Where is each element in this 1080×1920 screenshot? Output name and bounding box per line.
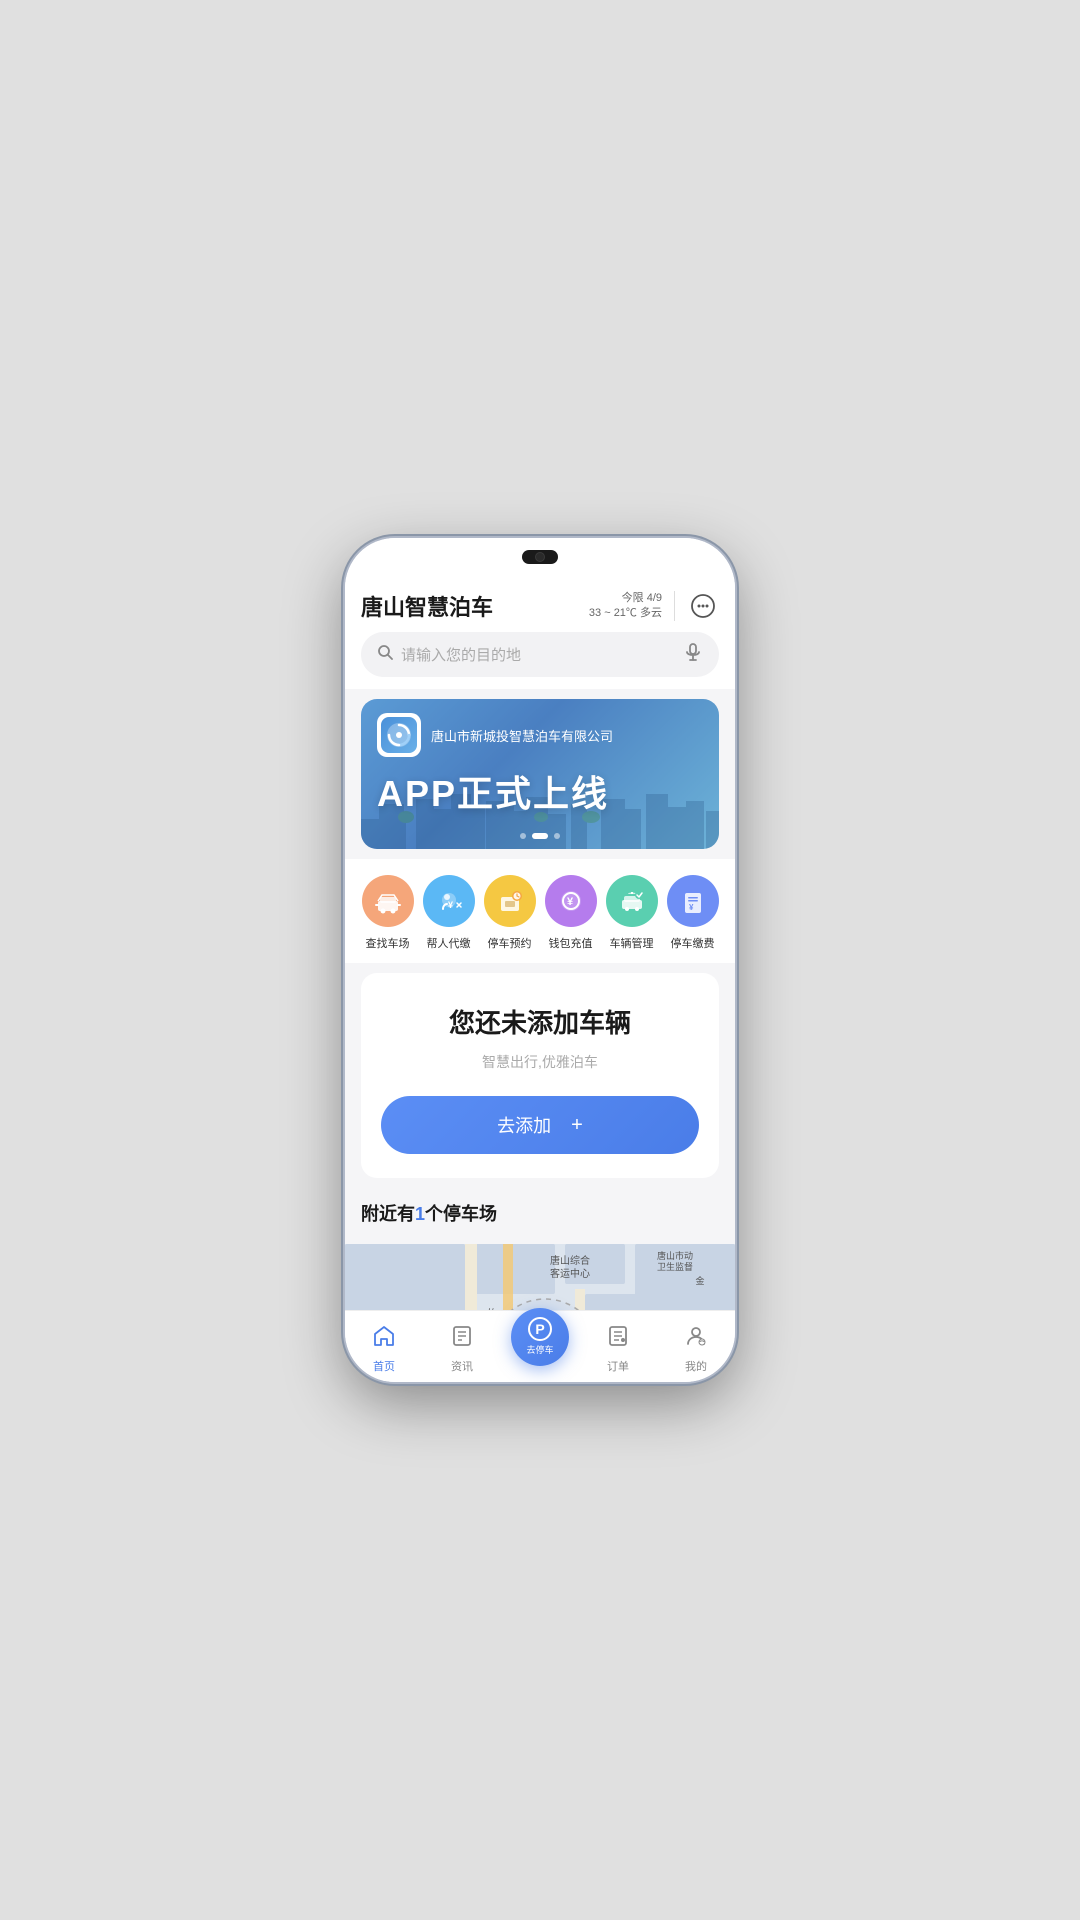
camera-dot — [535, 552, 545, 562]
action-vehicle[interactable]: 车辆管理 — [601, 875, 662, 951]
banner-logo — [377, 713, 421, 757]
nearby-prefix: 附近有 — [361, 1204, 415, 1224]
mic-icon[interactable] — [683, 642, 703, 667]
bottom-nav: 首页 资讯 P 去停车 — [345, 1310, 735, 1382]
pay-others-label: 帮人代缴 — [427, 935, 471, 951]
find-parking-icon — [362, 875, 414, 927]
action-wallet[interactable]: ¥ 钱包充值 — [540, 875, 601, 951]
reserve-label: 停车预约 — [488, 935, 532, 951]
weather-info: 今限 4/9 33 ~ 21℃ 多云 — [589, 591, 662, 622]
search-placeholder: 请输入您的目的地 — [401, 644, 675, 665]
svg-text:唐山市动: 唐山市动 — [657, 1250, 693, 1261]
svg-text:¥: ¥ — [448, 900, 453, 910]
quick-actions: 查找车场 ¥ 帮人代缴 — [345, 859, 735, 963]
action-pay-others[interactable]: ¥ 帮人代缴 — [418, 875, 479, 951]
vehicle-mgmt-label: 车辆管理 — [610, 935, 654, 951]
orders-icon — [606, 1324, 630, 1354]
parking-fab-label: 去停车 — [526, 1343, 553, 1356]
action-find-parking[interactable]: 查找车场 — [357, 875, 418, 951]
mine-icon — [684, 1324, 708, 1354]
news-icon — [450, 1324, 474, 1354]
banner-header: 唐山市新城投智慧泊车有限公司 — [377, 713, 703, 757]
mine-label: 我的 — [685, 1358, 707, 1374]
no-vehicle-title: 您还未添加车辆 — [449, 1003, 631, 1040]
nearby-title: 附近有1个停车场 — [361, 1200, 719, 1226]
header-divider — [674, 591, 675, 621]
find-parking-label: 查找车场 — [366, 935, 410, 951]
map-area[interactable]: P 唐山综合 客运中心 竹 安 南 路 唐山市动 卫生监督 金 — [345, 1244, 735, 1310]
reserve-icon — [484, 875, 536, 927]
pay-others-icon: ¥ — [423, 875, 475, 927]
svg-text:¥: ¥ — [689, 903, 694, 912]
svg-text:金: 金 — [695, 1275, 704, 1286]
banner-title: APP正式上线 — [377, 765, 703, 817]
nav-mine[interactable]: 我的 — [657, 1320, 735, 1374]
phone-frame: 唐山智慧泊车 今限 4/9 33 ~ 21℃ 多云 — [345, 538, 735, 1382]
nearby-count: 1 — [415, 1204, 425, 1224]
nav-news[interactable]: 资讯 — [423, 1320, 501, 1374]
weather-limit: 今限 4/9 — [589, 591, 662, 606]
parking-p-icon: P — [528, 1317, 552, 1341]
wallet-icon: ¥ — [545, 875, 597, 927]
add-button-label: 去添加 — [497, 1112, 551, 1138]
svg-text:客运中心: 客运中心 — [550, 1267, 590, 1280]
banner-inner: 唐山市新城投智慧泊车有限公司 APP正式上线 — [361, 699, 719, 849]
chat-icon[interactable] — [687, 590, 719, 622]
svg-text:卫生监督: 卫生监督 — [657, 1261, 693, 1272]
banner-dot-3 — [554, 833, 560, 839]
header-right: 今限 4/9 33 ~ 21℃ 多云 — [589, 590, 719, 622]
nearby-section: 附近有1个停车场 — [345, 1188, 735, 1244]
header-top: 唐山智慧泊车 今限 4/9 33 ~ 21℃ 多云 — [361, 590, 719, 622]
svg-text:¥: ¥ — [567, 896, 574, 908]
nav-orders[interactable]: 订单 — [579, 1320, 657, 1374]
camera-notch — [522, 550, 558, 564]
pay-parking-icon: ¥ — [667, 875, 719, 927]
banner: 唐山市新城投智慧泊车有限公司 APP正式上线 — [361, 699, 719, 849]
home-icon — [372, 1324, 396, 1354]
search-bar[interactable]: 请输入您的目的地 — [361, 632, 719, 677]
news-label: 资讯 — [451, 1358, 473, 1374]
add-button-icon: + — [571, 1114, 583, 1137]
action-reserve[interactable]: 停车预约 — [479, 875, 540, 951]
pay-parking-label: 停车缴费 — [671, 935, 715, 951]
orders-label: 订单 — [607, 1358, 629, 1374]
header: 唐山智慧泊车 今限 4/9 33 ~ 21℃ 多云 — [345, 582, 735, 689]
banner-dots — [520, 833, 560, 839]
parking-fab[interactable]: P 去停车 — [511, 1308, 569, 1366]
nav-home[interactable]: 首页 — [345, 1320, 423, 1374]
vehicle-mgmt-icon — [606, 875, 658, 927]
add-vehicle-button[interactable]: 去添加 + — [381, 1096, 699, 1154]
weather-temp: 33 ~ 21℃ 多云 — [589, 606, 662, 621]
action-pay-parking[interactable]: ¥ 停车缴费 — [662, 875, 723, 951]
wallet-label: 钱包充值 — [549, 935, 593, 951]
home-label: 首页 — [373, 1358, 395, 1374]
banner-dot-1 — [520, 833, 526, 839]
actions-row: 查找车场 ¥ 帮人代缴 — [357, 875, 723, 951]
banner-dot-2 — [532, 833, 548, 839]
banner-company: 唐山市新城投智慧泊车有限公司 — [431, 726, 613, 745]
nav-parking[interactable]: P 去停车 — [501, 1308, 579, 1366]
app-title: 唐山智慧泊车 — [361, 590, 493, 622]
vehicle-card: 您还未添加车辆 智慧出行,优雅泊车 去添加 + — [361, 973, 719, 1178]
no-vehicle-subtitle: 智慧出行,优雅泊车 — [482, 1052, 598, 1072]
search-icon — [377, 644, 393, 665]
main-content: 唐山智慧泊车 今限 4/9 33 ~ 21℃ 多云 — [345, 582, 735, 1310]
svg-text:唐山综合: 唐山综合 — [550, 1254, 590, 1267]
nearby-suffix: 个停车场 — [425, 1204, 497, 1224]
